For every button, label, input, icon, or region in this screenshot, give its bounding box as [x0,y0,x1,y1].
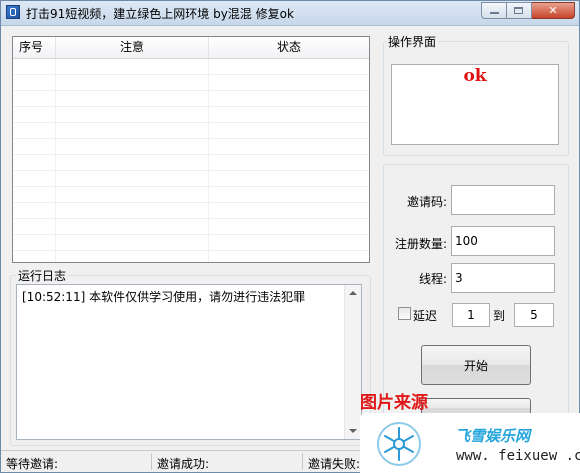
delay-checkbox[interactable] [398,307,411,320]
scroll-up-icon[interactable] [349,291,357,295]
status-success: 邀请成功: [157,457,210,471]
log-group-label: 运行日志 [16,267,69,284]
status-divider [302,453,303,470]
operation-group-label: 操作界面 [386,33,439,50]
minimize-button[interactable] [481,2,507,19]
window-controls [481,2,575,19]
snowflake-logo-icon [377,422,421,466]
column-header-index[interactable]: 序号 [13,37,56,58]
register-count-label: 注册数量: [394,237,447,251]
threads-label: 线程: [418,272,447,286]
watermark-panel: 飞雪娱乐网 www. feixuew .com [360,413,580,473]
delay-label: 延迟 [413,309,438,323]
watermark-url: www. feixuew .com [456,448,580,464]
watermark-brand: 飞雪娱乐网 [455,427,531,445]
delay-to-label: 到 [493,309,506,323]
close-button[interactable] [532,2,575,19]
start-button[interactable]: 开始 [421,345,531,385]
maximize-button[interactable] [507,2,532,19]
list-body[interactable] [13,59,369,262]
column-header-status[interactable]: 状态 [209,37,369,58]
column-header-note[interactable]: 注意 [56,37,209,58]
delay-to-input[interactable] [514,303,554,327]
status-failed: 邀请失败: [308,457,361,471]
status-waiting: 等待邀请: [6,457,59,471]
status-divider [151,453,152,470]
app-icon [6,5,20,19]
register-count-input[interactable] [451,226,555,256]
title-bar[interactable]: 打击91短视频，建立绿色上网环境 by混混 修复ok [1,1,579,26]
window-title: 打击91短视频，建立绿色上网环境 by混混 修复ok [26,7,294,21]
threads-input[interactable] [451,263,555,293]
status-text: ok [463,66,487,86]
log-scrollbar[interactable] [344,285,361,439]
list-header: 序号 注意 状态 [13,37,369,59]
account-list[interactable]: 序号 注意 状态 [12,36,370,263]
main-window: 打击91短视频，建立绿色上网环境 by混混 修复ok 序号 注意 状态 运行日志… [0,0,580,473]
scroll-down-icon[interactable] [349,429,357,433]
status-display: ok [391,64,559,145]
invite-code-input[interactable] [451,185,555,215]
delay-from-input[interactable] [452,303,490,327]
watermark-source-label: 图片来源 [360,393,428,413]
invite-code-label: 邀请码: [406,195,447,209]
log-line: [10:52:11] 本软件仅供学习使用，请勿进行违法犯罪 [22,290,306,304]
log-textarea[interactable]: [10:52:11] 本软件仅供学习使用，请勿进行违法犯罪 [16,284,362,440]
